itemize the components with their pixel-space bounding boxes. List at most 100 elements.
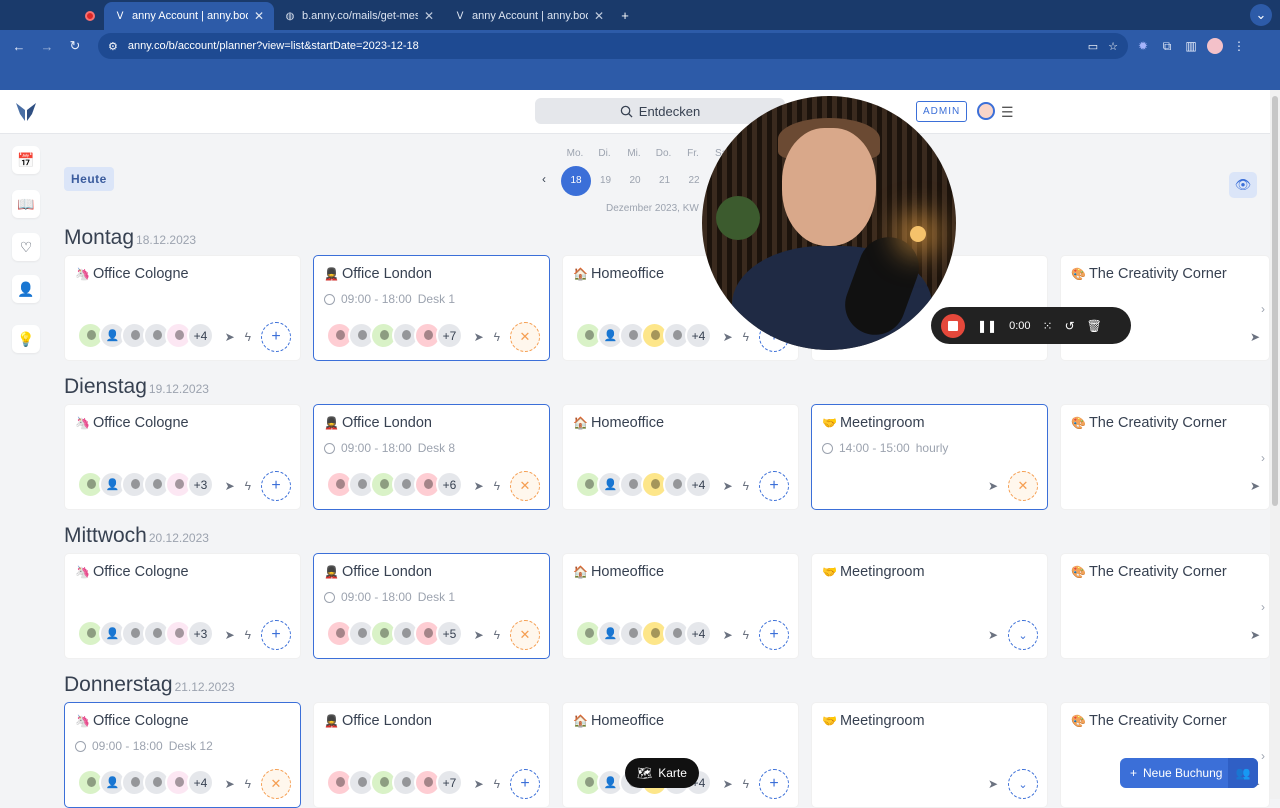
extension-icon[interactable]: ✹ — [1134, 37, 1152, 55]
reload-icon[interactable]: ↻ — [64, 35, 86, 57]
send-icon[interactable]: ➤ — [723, 777, 733, 791]
send-icon[interactable]: ➤ — [1250, 330, 1260, 344]
address-bar[interactable]: ⚙ anny.co/b/account/planner?view=list&st… — [98, 33, 1128, 59]
chevron-right-icon[interactable]: › — [1261, 451, 1265, 465]
resource-card[interactable]: 🏠Homeoffice👤+4➤ϟ+ — [562, 702, 799, 808]
attendee-avatars[interactable]: 👤 +4 — [575, 471, 712, 499]
page-scrollbar[interactable] — [1270, 90, 1280, 799]
sidebar-book-icon[interactable]: 📖 — [12, 190, 40, 218]
admin-badge-button[interactable]: ADMIN — [916, 101, 968, 122]
restart-icon[interactable]: ↺ — [1065, 319, 1075, 333]
stop-recording-button[interactable] — [941, 313, 965, 338]
attendee-avatars[interactable]: +7 — [326, 769, 463, 797]
chevron-right-icon[interactable]: › — [1261, 600, 1265, 614]
add-booking-button[interactable]: + — [759, 769, 789, 799]
send-icon[interactable]: ➤ — [723, 479, 733, 493]
extensions-puzzle-icon[interactable]: ⧉ — [1158, 37, 1176, 55]
add-booking-button[interactable]: + — [759, 620, 789, 650]
profile-avatar[interactable] — [1206, 37, 1224, 55]
attendee-avatars[interactable]: 👤 +4 — [77, 769, 214, 797]
side-panel-icon[interactable]: ▥ — [1182, 37, 1200, 55]
cancel-booking-button[interactable]: ✕ — [510, 620, 540, 650]
lightning-icon[interactable]: ϟ — [494, 777, 500, 791]
send-icon[interactable]: ➤ — [474, 479, 484, 493]
site-settings-icon[interactable]: ⚙ — [108, 40, 118, 53]
send-icon[interactable]: ➤ — [474, 628, 484, 642]
resource-card[interactable]: 🎨The Creativity Corner➤› — [1060, 404, 1270, 510]
hamburger-menu-icon[interactable]: ☰ — [1001, 104, 1014, 121]
send-icon[interactable]: ➤ — [988, 479, 998, 493]
resource-card[interactable]: 💂 Office London +7 ➤ ϟ + — [313, 702, 550, 808]
today-button[interactable]: Heute — [64, 167, 114, 191]
send-icon[interactable]: ➤ — [474, 777, 484, 791]
lightning-icon[interactable]: ϟ — [743, 628, 749, 642]
add-booking-button[interactable]: + — [510, 769, 540, 799]
add-user-icon[interactable]: 👥 — [1228, 758, 1258, 788]
bookmark-star-icon[interactable]: ☆ — [1108, 40, 1118, 53]
resource-card[interactable]: 🦄 Office Cologne 👤 +4 ➤ ϟ + — [64, 255, 301, 361]
lightning-icon[interactable]: ϟ — [743, 479, 749, 493]
cancel-booking-button[interactable]: ✕ — [1008, 471, 1038, 501]
resource-card[interactable]: 🤝 Meetingroom 14:00 - 15:00 hourly ➤ ✕ — [811, 404, 1048, 510]
send-icon[interactable]: ➤ — [988, 628, 998, 642]
chevron-right-icon[interactable]: › — [1261, 302, 1265, 316]
tab-search-chevron-icon[interactable]: ⌄ — [1250, 4, 1272, 26]
attendee-avatars[interactable]: +7 — [326, 322, 463, 350]
attendee-avatars[interactable]: 👤 +3 — [77, 471, 214, 499]
chevron-left-icon[interactable]: ‹ — [542, 172, 546, 186]
day-number-button[interactable]: 19 — [591, 166, 621, 196]
resource-card[interactable]: 🦄 Office Cologne 👤 +3 ➤ ϟ + — [64, 553, 301, 659]
add-booking-button[interactable]: + — [261, 322, 291, 352]
add-booking-button[interactable]: + — [759, 471, 789, 501]
attendee-avatars[interactable]: 👤 +4 — [575, 322, 712, 350]
discover-search-button[interactable]: Entdecken — [535, 98, 785, 124]
attendee-avatars[interactable]: 👤 +4 — [575, 620, 712, 648]
lightning-icon[interactable]: ϟ — [494, 330, 500, 344]
send-icon[interactable]: ➤ — [988, 777, 998, 791]
lightning-icon[interactable]: ϟ — [245, 628, 251, 642]
send-icon[interactable]: ➤ — [225, 628, 235, 642]
attendee-avatars[interactable]: +6 — [326, 471, 463, 499]
webcam-overlay[interactable] — [702, 96, 956, 350]
resource-card[interactable]: 💂 Office London 09:00 - 18:00 Desk 1 +5 ➤ ϟ ✕ — [313, 553, 550, 659]
resource-card[interactable]: 💂 Office London 09:00 - 18:00 Desk 8 +6 ➤ ϟ ✕ — [313, 404, 550, 510]
pause-icon[interactable]: ❚❚ — [977, 319, 997, 333]
close-tab-icon[interactable]: ✕ — [254, 9, 264, 23]
day-number-button[interactable]: 22 — [679, 166, 709, 196]
close-tab-icon[interactable]: ✕ — [594, 9, 604, 23]
resource-card[interactable]: 🎨The Creativity Corner➤› — [1060, 702, 1270, 808]
resource-card[interactable]: 💂 Office London 09:00 - 18:00 Desk 1 +7 ➤ ϟ ✕ — [313, 255, 550, 361]
lightning-icon[interactable]: ϟ — [245, 777, 251, 791]
close-tab-icon[interactable]: ✕ — [424, 9, 434, 23]
eye-icon[interactable]: 👁 — [1229, 172, 1257, 198]
new-tab-button[interactable]: + — [614, 4, 636, 26]
day-number-button[interactable]: 18 — [561, 166, 591, 196]
sidebar-planner-icon[interactable]: 📅 — [12, 146, 40, 174]
browser-tab[interactable]: ꓦ anny Account | anny.book ✕ — [104, 2, 274, 30]
resource-card[interactable]: 🦄 Office Cologne 👤 +3 ➤ ϟ + — [64, 404, 301, 510]
send-icon[interactable]: ➤ — [225, 330, 235, 344]
send-icon[interactable]: ➤ — [1250, 479, 1260, 493]
chevron-right-icon[interactable]: › — [1261, 749, 1265, 763]
lightning-icon[interactable]: ϟ — [245, 330, 251, 344]
browser-tab[interactable] — [74, 2, 104, 30]
lightning-icon[interactable]: ϟ — [494, 479, 500, 493]
sidebar-lightbulb-icon[interactable]: 💡 — [12, 325, 40, 353]
resource-card[interactable]: 🤝 Meetingroom ➤ ⌄ — [811, 702, 1048, 808]
sidebar-heart-icon[interactable]: ♡ — [12, 233, 40, 261]
send-icon[interactable]: ➤ — [225, 479, 235, 493]
send-icon[interactable]: ➤ — [474, 330, 484, 344]
lightning-icon[interactable]: ϟ — [245, 479, 251, 493]
resource-card[interactable]: 🏠Homeoffice👤+4➤ϟ+ — [562, 553, 799, 659]
send-icon[interactable]: ➤ — [1250, 628, 1260, 642]
resource-card[interactable]: 🦄 Office Cologne 09:00 - 18:00 Desk 12 👤 +4 ➤ ϟ… — [64, 702, 301, 808]
lightning-icon[interactable]: ϟ — [743, 777, 749, 791]
attendee-avatars[interactable]: 👤 +3 — [77, 620, 214, 648]
send-icon[interactable]: ➤ — [225, 777, 235, 791]
day-number-button[interactable]: 20 — [620, 166, 650, 196]
trash-icon[interactable]: 🗑 — [1087, 319, 1102, 333]
drag-grid-icon[interactable]: ⁙ — [1043, 319, 1053, 333]
lightning-icon[interactable]: ϟ — [494, 628, 500, 642]
cancel-booking-button[interactable]: ✕ — [510, 322, 540, 352]
new-booking-button[interactable]: + Neue Buchung 👥 — [1120, 758, 1258, 788]
